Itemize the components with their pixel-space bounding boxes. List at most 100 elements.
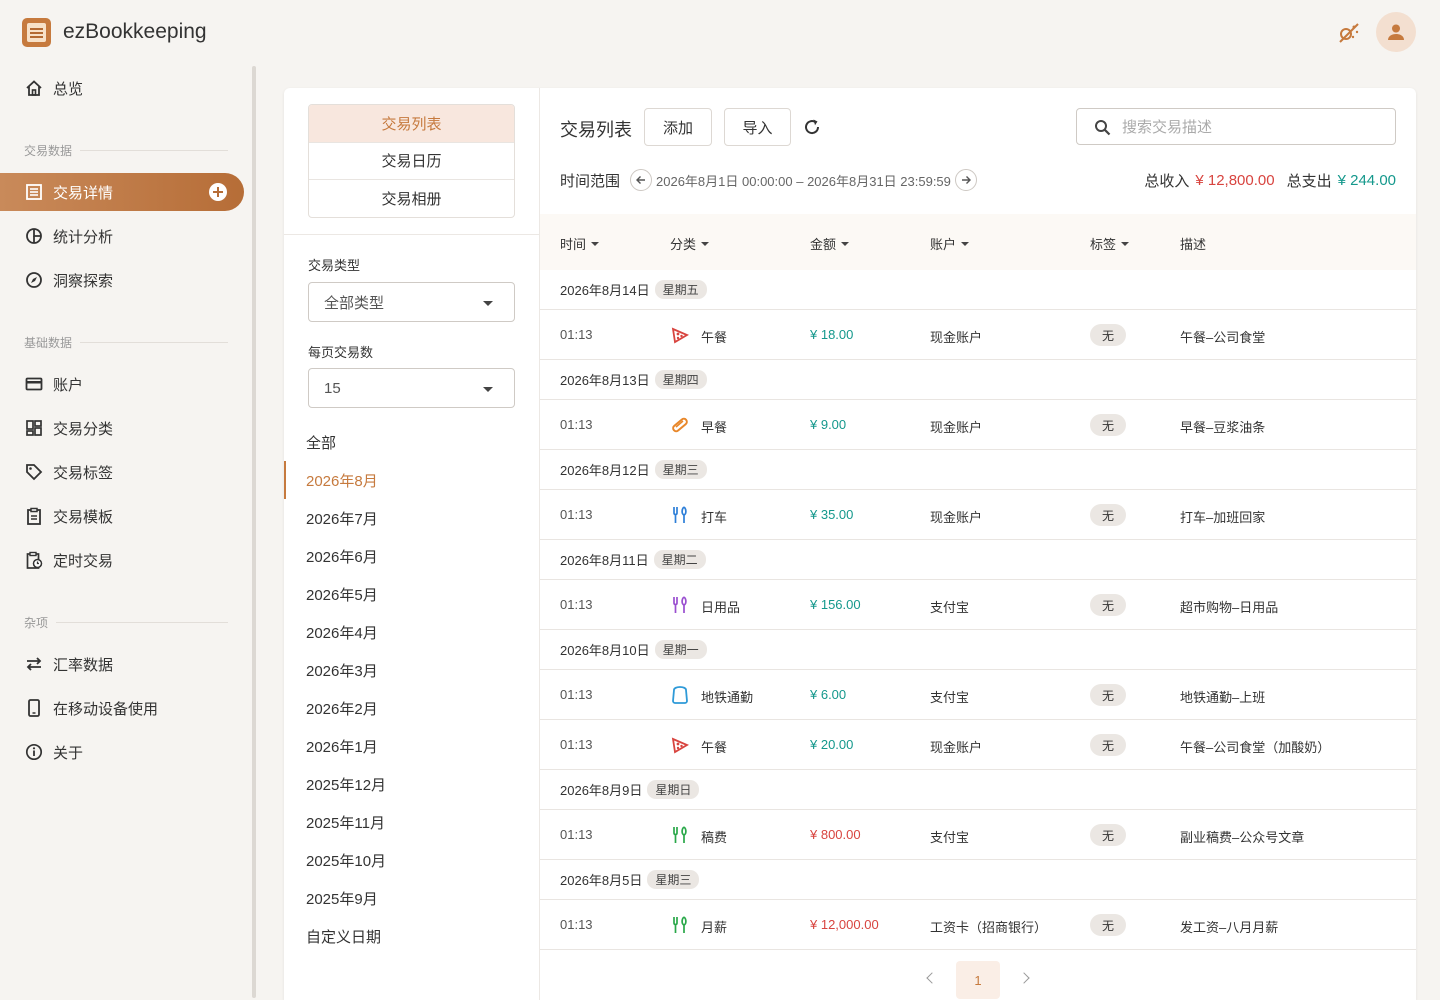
group-date: 2026年8月14日 [560, 283, 650, 298]
app-logo [22, 18, 51, 47]
table-row[interactable]: 01:13 打车 ¥ 35.00 现金账户 无 打车–加班回家 [540, 490, 1416, 540]
sidebar-item-statistics[interactable]: 统计分析 [0, 217, 244, 255]
date-range-item[interactable]: 2026年5月 [284, 575, 539, 613]
tx-category: 打车 [670, 506, 728, 526]
tab-gallery[interactable]: 交易相册 [309, 180, 514, 217]
time-range-label: 时间范围 [560, 172, 621, 190]
sidebar-item-label: 统计分析 [53, 228, 114, 246]
tx-account: 现金账户 [930, 510, 983, 525]
filter-pane: 交易列表 交易日历 交易相册 交易类型 全部类型 每页交易数 15 全部 2026… [284, 88, 540, 1000]
date-range-item[interactable]: 2026年8月 [284, 461, 539, 499]
column-description: 描述 [1180, 237, 1207, 252]
tx-category-label: 打车 [701, 510, 728, 525]
date-range-item[interactable]: 自定义日期 [284, 917, 539, 955]
page-number[interactable]: 1 [956, 961, 1000, 999]
date-range-item[interactable]: 全部 [284, 423, 539, 461]
sidebar-section-basic: 基础数据 [24, 334, 228, 350]
tx-description: 地铁通勤–上班 [1180, 690, 1266, 705]
tx-category-label: 午餐 [701, 740, 728, 755]
date-range-item[interactable]: 2026年4月 [284, 613, 539, 651]
date-range-item[interactable]: 2026年6月 [284, 537, 539, 575]
type-select[interactable]: 全部类型 [308, 282, 515, 322]
sidebar-item-overview[interactable]: 总览 [0, 69, 244, 107]
column-category[interactable]: 分类 [670, 234, 710, 253]
date-range-item[interactable]: 2025年12月 [284, 765, 539, 803]
date-range-item[interactable]: 2025年10月 [284, 841, 539, 879]
totals: 总收入 ¥ 12,800.00 总支出 ¥ 244.00 [1144, 170, 1396, 191]
avatar[interactable] [1376, 12, 1416, 52]
table-row[interactable]: 01:13 午餐 ¥ 20.00 现金账户 无 午餐–公司食堂（加酸奶） [540, 720, 1416, 770]
sidebar-item-label: 账户 [53, 376, 84, 394]
pagination: 1 [540, 961, 1416, 999]
view-tabs: 交易列表 交易日历 交易相册 [308, 104, 515, 218]
arrow-left-icon [636, 176, 646, 184]
sidebar-item-exchange[interactable]: 汇率数据 [0, 645, 244, 683]
grid-icon [24, 418, 44, 438]
expense-value: ¥ 244.00 [1337, 172, 1396, 189]
sidebar-item-mobile[interactable]: 在移动设备使用 [0, 689, 244, 727]
tx-category-label: 日用品 [701, 600, 741, 615]
column-amount[interactable]: 金额 [810, 234, 850, 253]
sidebar-item-templates[interactable]: 交易模板 [0, 497, 244, 535]
tx-time: 01:13 [560, 417, 593, 432]
import-button[interactable]: 导入 [724, 108, 791, 146]
per-page-select[interactable]: 15 [308, 368, 515, 408]
tx-category: 午餐 [670, 327, 727, 346]
sidebar-scrollbar[interactable] [252, 66, 256, 998]
tx-amount: ¥ 800.00 [810, 827, 861, 842]
theme-toggle-icon[interactable] [1336, 20, 1362, 46]
tx-time: 01:13 [560, 327, 593, 342]
column-account[interactable]: 账户 [930, 234, 970, 253]
date-range-item[interactable]: 2026年1月 [284, 727, 539, 765]
next-range-button[interactable] [954, 169, 977, 191]
sidebar-item-about[interactable]: 关于 [0, 733, 244, 771]
tx-account: 支付宝 [930, 600, 970, 615]
sidebar-item-categories[interactable]: 交易分类 [0, 409, 244, 447]
tab-calendar[interactable]: 交易日历 [309, 143, 514, 180]
next-page-icon[interactable] [1018, 972, 1030, 984]
sidebar-item-tx-details[interactable]: 交易详情 [0, 173, 244, 211]
date-range-item[interactable]: 2025年9月 [284, 879, 539, 917]
search-placeholder: 搜索交易描述 [1122, 119, 1213, 136]
tx-description: 打车–加班回家 [1180, 510, 1266, 525]
group-date: 2026年8月10日 [560, 643, 650, 658]
date-group-header: 2026年8月5日 星期三 [540, 860, 1416, 900]
add-transaction-icon[interactable] [209, 183, 227, 201]
date-range-item[interactable]: 2026年7月 [284, 499, 539, 537]
sidebar-item-insights[interactable]: 洞察探索 [0, 261, 244, 299]
prev-page-icon[interactable] [926, 972, 938, 984]
tab-list[interactable]: 交易列表 [309, 105, 514, 143]
column-tags[interactable]: 标签 [1090, 234, 1130, 253]
dropdown-caret-icon [483, 301, 493, 306]
search-input[interactable]: 搜索交易描述 [1076, 108, 1396, 145]
table-row[interactable]: 01:13 日用品 ¥ 156.00 支付宝 无 超市购物–日用品 [540, 580, 1416, 630]
tx-account: 现金账户 [930, 330, 983, 345]
date-range-item[interactable]: 2025年11月 [284, 803, 539, 841]
add-button[interactable]: 添加 [644, 108, 712, 146]
shirt-icon [670, 685, 690, 705]
sidebar-item-tags[interactable]: 交易标签 [0, 453, 244, 491]
sidebar-item-scheduled[interactable]: 定时交易 [0, 541, 244, 579]
pizza-icon [670, 735, 690, 755]
table-row[interactable]: 01:13 地铁通勤 ¥ 6.00 支付宝 无 地铁通勤–上班 [540, 670, 1416, 720]
tx-description: 超市购物–日用品 [1180, 600, 1279, 615]
table-row[interactable]: 01:13 稿费 ¥ 800.00 支付宝 无 副业稿费–公众号文章 [540, 810, 1416, 860]
date-range-item[interactable]: 2026年3月 [284, 651, 539, 689]
table-header: 时间 分类 金额 账户 标签 描述 [540, 214, 1416, 270]
table-row[interactable]: 01:13 午餐 ¥ 18.00 现金账户 无 午餐–公司食堂 [540, 310, 1416, 360]
date-range-item[interactable]: 2026年2月 [284, 689, 539, 727]
group-date: 2026年8月13日 [560, 373, 650, 388]
column-time[interactable]: 时间 [560, 234, 600, 253]
sidebar-item-accounts[interactable]: 账户 [0, 365, 244, 403]
table-row[interactable]: 01:13 早餐 ¥ 9.00 现金账户 无 早餐–豆浆油条 [540, 400, 1416, 450]
tx-tag-chip: 无 [1090, 504, 1127, 526]
refresh-icon[interactable] [802, 117, 822, 137]
sidebar-item-label: 洞察探索 [53, 272, 114, 290]
top-bar: ezBookkeeping [0, 0, 1440, 66]
tx-time: 01:13 [560, 507, 593, 522]
tx-account: 支付宝 [930, 830, 970, 845]
table-row[interactable]: 01:13 月薪 ¥ 12,000.00 工资卡（招商银行） 无 发工资–八月月薪 [540, 900, 1416, 950]
prev-range-button[interactable] [630, 169, 653, 191]
per-page-select-value: 15 [324, 379, 341, 397]
weekday-badge: 星期日 [647, 780, 700, 799]
